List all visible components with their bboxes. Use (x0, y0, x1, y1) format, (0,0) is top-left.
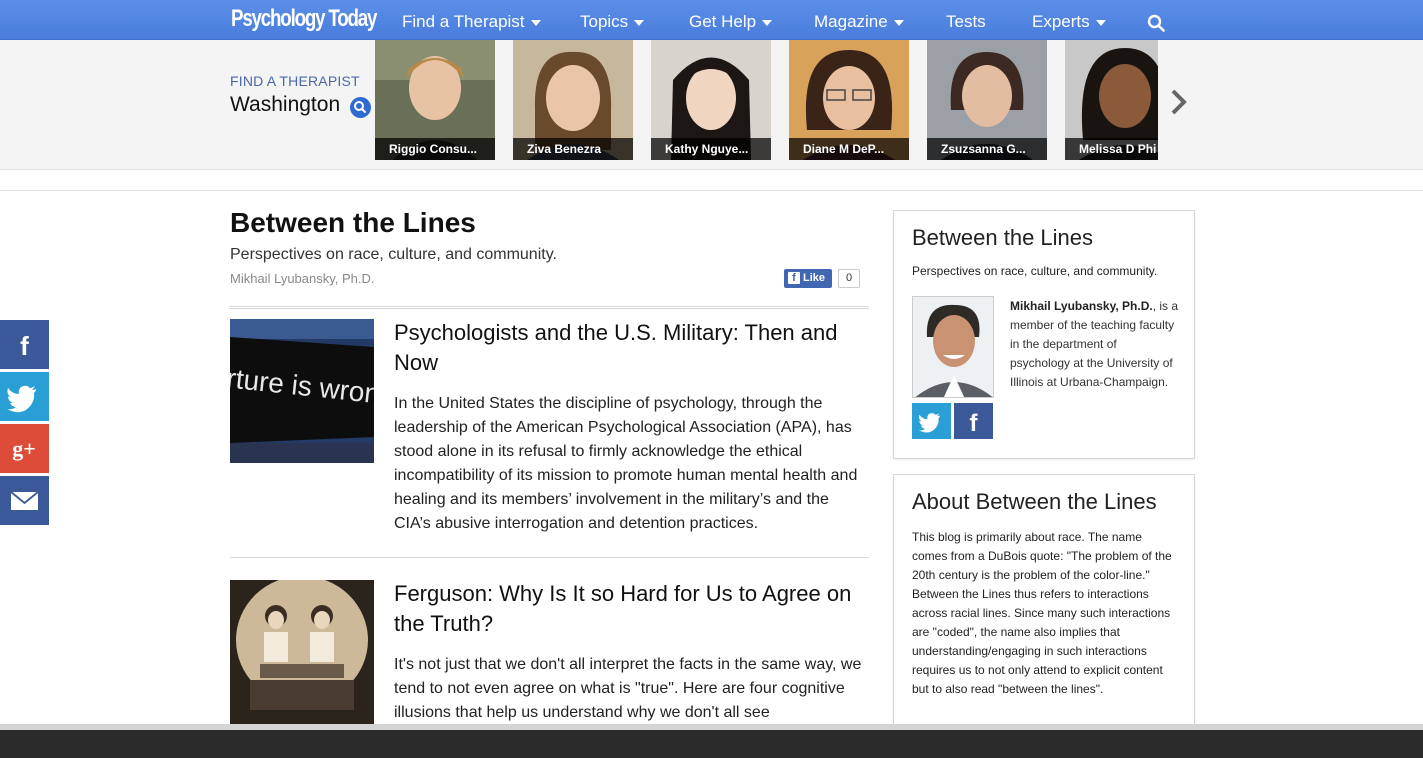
twitter-icon (918, 413, 940, 433)
caret-down-icon (893, 19, 904, 26)
like-count: 0 (838, 269, 860, 288)
therapist-strip: FIND A THERAPIST Washington Riggio Consu… (0, 40, 1423, 170)
facebook-icon: f (20, 331, 29, 361)
box-tagline: Perspectives on race, culture, and commu… (912, 264, 1158, 278)
author-bio: Mikhail Lyubansky, Ph.D., is a member of… (1010, 297, 1180, 392)
therapist-name: Riggio Consu... (375, 138, 495, 160)
therapist-card[interactable]: Diane M DeP... (789, 40, 909, 160)
caret-down-icon (1095, 19, 1106, 26)
google-plus-share-button[interactable]: g+ (0, 424, 49, 473)
search-icon[interactable] (1147, 14, 1165, 32)
author-twitter-button[interactable] (912, 403, 951, 439)
find-therapist-label[interactable]: FIND A THERAPIST (230, 73, 360, 89)
divider (0, 190, 1423, 191)
divider (230, 306, 869, 307)
therapist-card[interactable]: Riggio Consu... (375, 40, 495, 160)
nav-topics[interactable]: Topics (580, 12, 645, 32)
article-excerpt: In the United States the discipline of p… (394, 395, 858, 532)
therapist-card[interactable]: Melissa D Phi (1065, 40, 1158, 160)
svg-text:f: f (20, 331, 29, 361)
nav-label: Find a Therapist (402, 12, 525, 31)
divider (230, 557, 869, 558)
nav-find-a-therapist[interactable]: Find a Therapist (402, 12, 541, 32)
like-label: Like (803, 272, 826, 284)
city-search-icon[interactable] (350, 97, 371, 118)
therapist-name: Zsuzsanna G... (927, 138, 1047, 160)
author-name[interactable]: Mikhail Lyubansky, Ph.D. (1010, 299, 1153, 313)
facebook-like-button[interactable]: f Like (784, 269, 832, 288)
blog-info-box: Between the Lines Perspectives on race, … (893, 210, 1195, 459)
chevron-right-icon[interactable] (1168, 88, 1190, 116)
nav-label: Topics (580, 12, 629, 31)
author-avatar[interactable] (912, 296, 994, 398)
facebook-icon: f (788, 272, 800, 284)
article-thumbnail[interactable] (230, 580, 374, 724)
box-title: Between the Lines (912, 225, 1094, 250)
nav-magazine[interactable]: Magazine (814, 12, 904, 32)
nav-tests[interactable]: Tests (946, 12, 986, 32)
facebook-share-button[interactable]: f (0, 320, 49, 369)
therapist-name: Diane M DeP... (789, 138, 909, 160)
blog-title: Between the Lines (230, 207, 476, 238)
twitter-icon (7, 385, 36, 413)
caret-down-icon (634, 19, 645, 26)
nav-experts[interactable]: Experts (1032, 12, 1106, 32)
box-title: About Between the Lines (912, 489, 1157, 514)
twitter-share-button[interactable] (0, 372, 49, 421)
nav-label: Experts (1032, 12, 1090, 31)
nav-label: Tests (946, 12, 986, 31)
about-blog-box: About Between the Lines This blog is pri… (893, 474, 1195, 734)
svg-text:f: f (970, 410, 979, 437)
article-title[interactable]: Psychologists and the U.S. Military: The… (394, 318, 864, 378)
facebook-icon: f (970, 410, 979, 437)
therapist-name: Melissa D Phi (1065, 138, 1158, 160)
article-excerpt: It's not just that we don't all interpre… (394, 656, 862, 721)
nav-label: Magazine (814, 12, 888, 31)
google-plus-icon: g+ (12, 436, 36, 461)
therapist-name: Ziva Benezra (513, 138, 633, 160)
blog-tagline: Perspectives on race, culture, and commu… (230, 246, 557, 263)
therapist-name: Kathy Nguye... (651, 138, 771, 160)
find-therapist-city[interactable]: Washington (230, 93, 340, 117)
caret-down-icon (530, 19, 541, 26)
email-icon (10, 491, 39, 510)
therapist-card[interactable]: Zsuzsanna G... (927, 40, 1047, 160)
nav-label: Get Help (689, 12, 757, 31)
therapist-card[interactable]: Ziva Benezra (513, 40, 633, 160)
divider (230, 308, 869, 309)
caret-down-icon (762, 19, 773, 26)
about-text: This blog is primarily about race. The n… (912, 530, 1172, 696)
top-nav-bar: Psychology Today Find a Therapist Topics… (0, 0, 1423, 40)
nav-get-help[interactable]: Get Help (689, 12, 773, 32)
email-share-button[interactable] (0, 476, 49, 525)
article-thumbnail[interactable]: rture is wrong. (230, 319, 374, 463)
footer-bar (0, 730, 1423, 758)
blog-author[interactable]: Mikhail Lyubansky, Ph.D. (230, 271, 375, 286)
author-facebook-button[interactable]: f (954, 403, 993, 439)
site-logo[interactable]: Psychology Today (231, 5, 377, 33)
therapist-card[interactable]: Kathy Nguye... (651, 40, 771, 160)
svg-text:g+: g+ (12, 436, 36, 461)
article-title[interactable]: Ferguson: Why Is It so Hard for Us to Ag… (394, 579, 864, 639)
